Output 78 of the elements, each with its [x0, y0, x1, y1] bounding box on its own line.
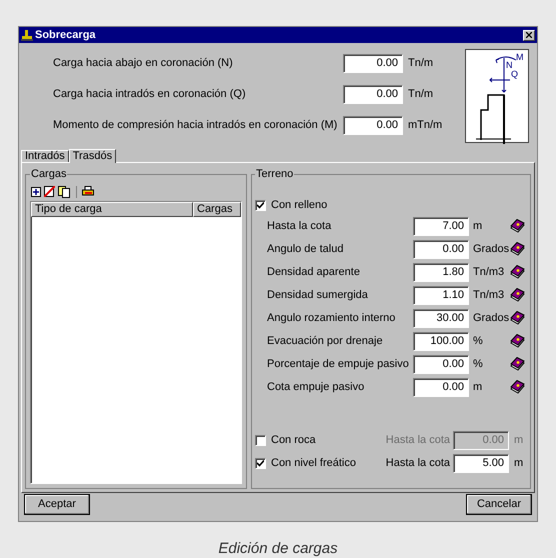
unit-label: % — [472, 356, 484, 372]
unit-label: m — [513, 432, 524, 448]
number-field[interactable]: 7.00 — [413, 216, 469, 236]
book-icon — [510, 380, 524, 394]
unit-label: % — [472, 334, 484, 349]
checkbox-label: Con nivel freático — [271, 456, 356, 471]
field-label: Densidad sumergida — [267, 288, 369, 303]
field-label: Hasta la cota — [267, 218, 332, 234]
figure-caption: Edición de cargas — [218, 539, 338, 558]
unit-label: m — [472, 380, 484, 395]
book-icon — [510, 357, 524, 372]
tab[interactable]: Intradós — [21, 150, 69, 162]
app-icon — [21, 29, 33, 41]
book-button[interactable] — [509, 379, 525, 396]
checkbox[interactable] — [255, 200, 266, 212]
book-button[interactable] — [509, 287, 525, 304]
number-field[interactable]: 0.00 — [413, 240, 469, 259]
field-label: Carga hacia abajo en coronación (N) — [53, 56, 234, 72]
number-field[interactable]: 1.80 — [413, 262, 469, 282]
unit-label: Tn/m3 — [472, 264, 506, 280]
book-button[interactable] — [509, 310, 525, 326]
field-label: Momento de compresión hacia intradós en coronación (M) — [53, 118, 338, 134]
number-field[interactable]: 30.00 — [413, 308, 469, 328]
unit-label: m — [472, 218, 484, 234]
number-field[interactable]: 0.00 — [343, 116, 403, 135]
delete-icon[interactable] — [44, 186, 55, 198]
close-button[interactable] — [523, 30, 535, 40]
column-header[interactable]: Cargas — [193, 202, 241, 217]
number-field[interactable]: 0.00 — [413, 378, 469, 397]
field-label: Porcentaje de empuje pasivo — [267, 356, 410, 372]
wall-load-drawing: M N Q — [466, 50, 530, 144]
column-header[interactable]: Tipo de carga — [31, 202, 193, 217]
field-label: Densidad aparente — [267, 264, 361, 280]
loads-list[interactable]: Tipo de carga Cargas — [30, 200, 242, 484]
add-icon[interactable] — [31, 186, 41, 197]
book-button[interactable] — [509, 356, 525, 372]
book-icon — [510, 288, 524, 302]
number-field[interactable]: 0.00 — [343, 85, 403, 104]
book-icon — [510, 242, 524, 256]
checkbox-label: Con roca — [271, 432, 316, 448]
copy-icon[interactable] — [58, 186, 71, 198]
group-title: Cargas — [30, 167, 68, 182]
unit-label: mTn/m — [407, 118, 444, 134]
group-title: Terreno — [255, 167, 294, 182]
cancel-button[interactable]: Cancelar — [466, 494, 532, 515]
window-title: Sobrecarga — [35, 28, 97, 43]
tab[interactable]: Trasdós — [68, 149, 116, 164]
field-label: Hasta la cota — [384, 432, 451, 448]
number-field[interactable]: 0.00 — [413, 354, 469, 374]
book-button[interactable] — [509, 333, 525, 350]
number-field[interactable]: 0.00 — [343, 54, 403, 73]
number-field[interactable]: 100.00 — [413, 332, 469, 351]
book-button[interactable] — [509, 218, 525, 234]
unit-label: Tn/m — [407, 87, 434, 102]
book-button[interactable] — [509, 264, 525, 280]
field-label: Evacuación por drenaje — [267, 334, 384, 349]
field-label: Hasta la cota — [384, 456, 451, 471]
printer-icon[interactable] — [82, 186, 94, 198]
unit-label: Tn/m — [407, 56, 434, 72]
book-button[interactable] — [509, 241, 525, 258]
checkbox[interactable] — [255, 458, 266, 469]
unit-label: Grados — [472, 310, 509, 326]
number-field[interactable]: 5.00 — [453, 454, 509, 473]
unit-label: Grados — [472, 242, 509, 257]
field-label: Carga hacia intradós en coronación (Q) — [53, 87, 247, 102]
accept-button[interactable]: Aceptar — [24, 494, 90, 515]
checkbox-label: Con relleno — [271, 198, 328, 214]
field-label: Angulo rozamiento interno — [267, 310, 396, 326]
book-icon — [510, 334, 524, 348]
unit-label: Tn/m3 — [472, 288, 506, 303]
unit-label: m — [513, 456, 524, 471]
book-icon — [510, 265, 524, 280]
book-icon — [510, 311, 524, 326]
book-icon — [510, 219, 524, 234]
field-label: Angulo de talud — [267, 242, 344, 257]
field-label: Cota empuje pasivo — [267, 380, 366, 395]
close-icon — [526, 32, 532, 38]
number-field[interactable]: 1.10 — [413, 286, 469, 305]
